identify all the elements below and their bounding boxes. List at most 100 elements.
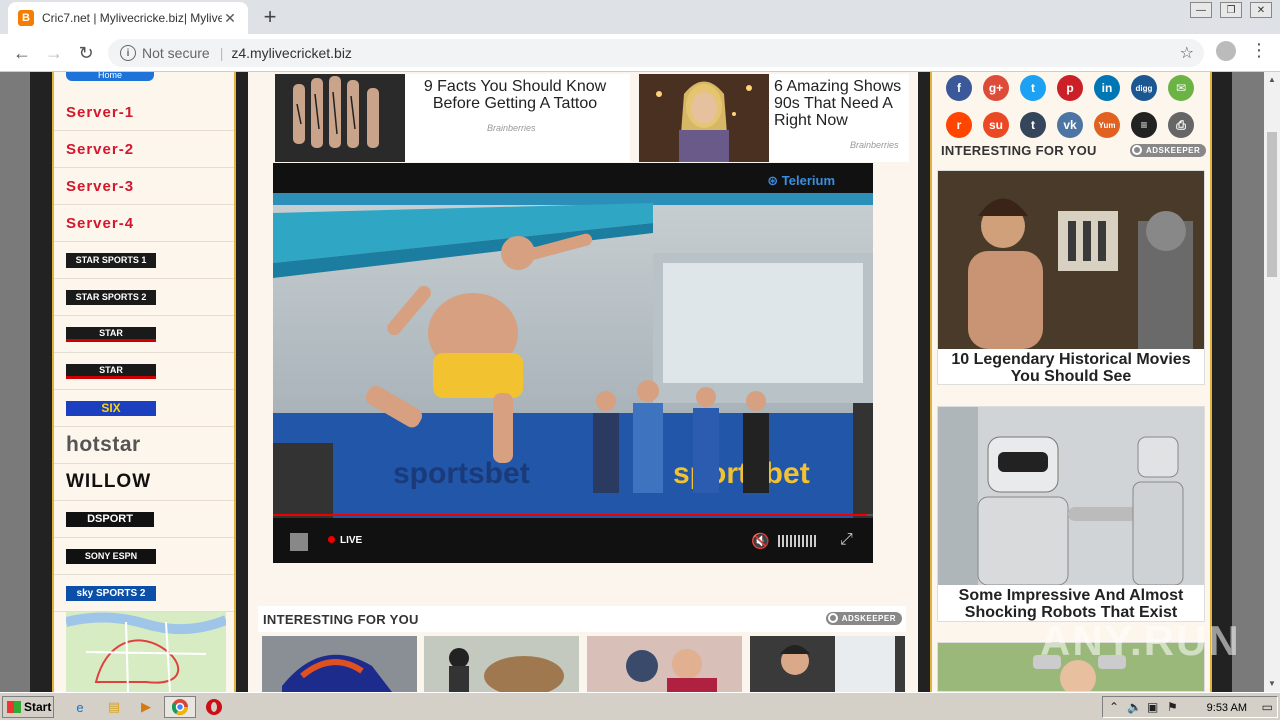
top-ad-card-1[interactable]: 9 Facts You Should Know Before Getting A…: [275, 74, 630, 162]
video-frame[interactable]: sportsbet sportsbet: [273, 193, 873, 518]
reload-icon[interactable]: ↻: [74, 41, 98, 65]
close-window-icon[interactable]: ✕: [1250, 2, 1272, 18]
email-icon[interactable]: ✉: [1168, 75, 1194, 101]
security-label: Not secure: [142, 45, 210, 61]
channel-star-sports-1[interactable]: STAR SPORTS 1: [54, 242, 234, 279]
print-icon[interactable]: ⎙: [1168, 112, 1194, 138]
ad-headline[interactable]: 9 Facts You Should Know Before Getting A…: [415, 78, 615, 112]
channel-willow[interactable]: WILLOW: [54, 464, 234, 501]
start-label: Start: [24, 700, 52, 714]
vk-icon[interactable]: vk: [1057, 112, 1083, 138]
page-scrollbar[interactable]: ▲ ▼: [1264, 72, 1280, 692]
telerium-label: Telerium: [781, 173, 835, 188]
channel-star-sports-2[interactable]: STAR SPORTS 2: [54, 279, 234, 316]
adskeeper-logo[interactable]: ADSKEEPER: [825, 612, 902, 625]
buffer-icon[interactable]: ≡: [1131, 112, 1157, 138]
server-1-link[interactable]: Server-1: [54, 94, 234, 131]
stop-button[interactable]: [290, 533, 308, 551]
ad-headline[interactable]: 6 Amazing Shows 90s That Need A Right No…: [774, 78, 909, 129]
forward-arrow-icon[interactable]: →: [42, 41, 66, 65]
card-caption[interactable]: 10 Legendary Historical Movies You Shoul…: [938, 351, 1204, 385]
channel-sony-espn[interactable]: SONY ESPN: [54, 538, 234, 575]
channel-dsport[interactable]: DSPORT: [54, 501, 234, 538]
pinterest-icon[interactable]: p: [1057, 75, 1083, 101]
map-thumbnail[interactable]: [66, 612, 226, 692]
server-label: Server-2: [66, 140, 135, 158]
address-bar[interactable]: i Not secure | z4.mylivecricket.biz ☆: [108, 39, 1204, 67]
media-player-icon[interactable]: ▶: [136, 697, 156, 717]
live-indicator: LIVE: [328, 535, 362, 546]
bookmark-star-icon[interactable]: ☆: [1180, 43, 1194, 63]
recommended-thumb-1[interactable]: [262, 636, 417, 692]
channel-six[interactable]: SIX: [54, 390, 234, 427]
show-desktop-icon[interactable]: ▭: [1262, 700, 1273, 714]
reddit-icon[interactable]: r: [946, 112, 972, 138]
network-tray-icon[interactable]: ▣: [1147, 700, 1158, 714]
video-player[interactable]: ⊛ Telerium sportsbet sportsbet LIVE 🔇 ⤢: [273, 163, 873, 563]
tab-close-icon[interactable]: ✕: [222, 10, 238, 27]
fullscreen-icon[interactable]: ⤢: [840, 531, 853, 549]
recommended-thumb-3[interactable]: [587, 636, 742, 692]
server-2-link[interactable]: Server-2: [54, 131, 234, 168]
shows-ad-image: [639, 74, 769, 162]
map-drawing: [66, 612, 226, 692]
channel-sky-sports-2[interactable]: sky SPORTS 2: [54, 575, 234, 612]
info-icon[interactable]: i: [120, 45, 136, 61]
mute-icon[interactable]: 🔇: [751, 532, 770, 550]
server-label: Server-3: [66, 177, 135, 195]
scroll-up-icon[interactable]: ▲: [1264, 72, 1280, 88]
url-text[interactable]: z4.mylivecricket.biz: [231, 45, 352, 61]
top-ad-card-2[interactable]: 6 Amazing Shows 90s That Need A Right No…: [639, 74, 909, 162]
facebook-icon[interactable]: f: [946, 75, 972, 101]
browser-menu-icon[interactable]: ⋮: [1250, 40, 1268, 61]
google-plus-icon[interactable]: g+: [983, 75, 1009, 101]
opera-icon[interactable]: [204, 697, 224, 717]
digg-icon[interactable]: digg: [1131, 75, 1157, 101]
restore-icon[interactable]: ❐: [1220, 2, 1242, 18]
channel-star-3[interactable]: STAR: [54, 316, 234, 353]
scroll-thumb[interactable]: [1267, 132, 1277, 277]
home-button[interactable]: Home: [66, 72, 154, 81]
right-card-1[interactable]: 10 Legendary Historical Movies You Shoul…: [937, 170, 1205, 385]
scroll-down-icon[interactable]: ▼: [1264, 676, 1280, 692]
right-card-2[interactable]: Some Impressive And Almost Shocking Robo…: [937, 406, 1205, 622]
stumbleupon-icon[interactable]: su: [983, 112, 1009, 138]
star-channel-4-logo: STAR: [66, 363, 156, 379]
tray-expand-icon[interactable]: ⌃: [1109, 700, 1119, 714]
volume-slider[interactable]: [778, 535, 816, 547]
new-tab-button[interactable]: +: [258, 4, 282, 30]
volume-tray-icon[interactable]: 🔈: [1127, 700, 1142, 714]
right-adskeeper-logo[interactable]: ADSKEEPER: [1130, 144, 1207, 157]
browser-toolbar: ← → ↻ i Not secure | z4.mylivecricket.bi…: [0, 34, 1280, 72]
explorer-folder-icon[interactable]: ▤: [104, 697, 124, 717]
start-button[interactable]: Start: [2, 696, 54, 718]
recommended-thumb-4[interactable]: [750, 636, 905, 692]
browser-tab[interactable]: B Cric7.net | Mylivecricke.biz| Mylivecr…: [8, 2, 248, 34]
video-progress-fill: [273, 514, 867, 516]
profile-avatar-icon[interactable]: [1216, 41, 1236, 61]
ad-source: Brainberries: [487, 123, 536, 133]
interesting-title: INTERESTING FOR YOU: [263, 612, 419, 627]
ie-icon[interactable]: e: [70, 697, 90, 717]
page-viewport: Home Server-1 Server-2 Server-3 Server-4…: [0, 72, 1264, 692]
minimize-icon[interactable]: —: [1190, 2, 1212, 18]
yummly-icon[interactable]: Yum: [1094, 112, 1120, 138]
live-label: LIVE: [340, 535, 363, 546]
server-4-link[interactable]: Server-4: [54, 205, 234, 242]
linkedin-icon[interactable]: in: [1094, 75, 1120, 101]
back-arrow-icon[interactable]: ←: [10, 41, 34, 65]
channel-hotstar[interactable]: hotstar: [54, 427, 234, 464]
server-3-link[interactable]: Server-3: [54, 168, 234, 205]
action-center-flag-icon[interactable]: ⚑: [1167, 700, 1178, 714]
ad-source: Brainberries: [850, 140, 899, 150]
recommended-thumb-2[interactable]: [424, 636, 579, 692]
sky-sports-2-logo: sky SPORTS 2: [66, 585, 156, 601]
hotstar-logo: hotstar: [66, 433, 141, 456]
video-progress-bar[interactable]: [273, 514, 873, 516]
card-caption[interactable]: Some Impressive And Almost Shocking Robo…: [938, 587, 1204, 621]
channel-star-4[interactable]: STAR: [54, 353, 234, 390]
tumblr-icon[interactable]: t: [1020, 112, 1046, 138]
twitter-icon[interactable]: t: [1020, 75, 1046, 101]
taskbar-clock[interactable]: 9:53 AM: [1207, 702, 1247, 714]
window-controls: — ❐ ✕: [1190, 2, 1272, 18]
